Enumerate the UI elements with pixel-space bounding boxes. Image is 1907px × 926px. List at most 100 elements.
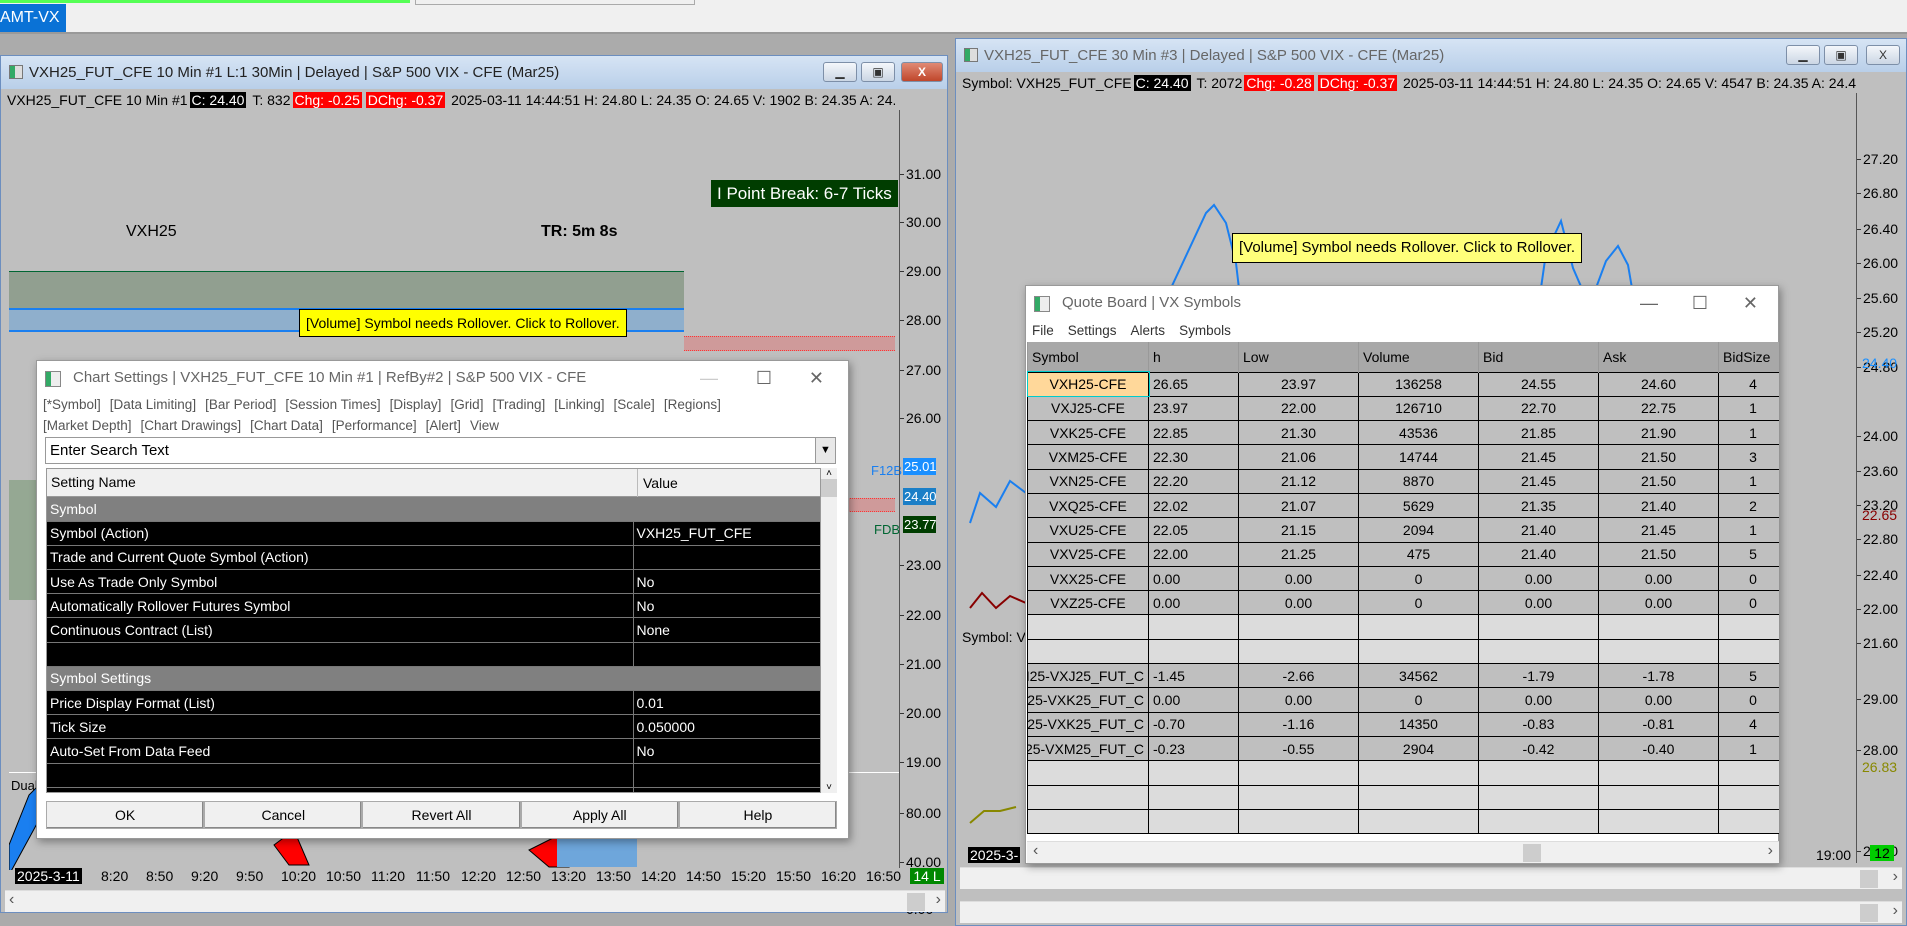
column-header[interactable]: Ask <box>1598 342 1719 372</box>
scroll-thumb[interactable] <box>821 479 837 497</box>
column-header-setting[interactable]: Setting Name <box>51 474 136 490</box>
quote-row[interactable] <box>1027 784 1779 810</box>
maximize-button[interactable]: ☐ <box>1692 286 1708 320</box>
close-button[interactable]: ✕ <box>1743 286 1758 320</box>
menu-settings[interactable]: Settings <box>1068 323 1117 338</box>
settings-group-row[interactable]: Symbol <box>47 497 820 522</box>
chartbook-tab[interactable]: AMT-VX <box>0 4 66 32</box>
quote-row[interactable]: H25-VXK25_FUT_C 0.00 0.00 0 0.00 0.00 0 <box>1027 687 1779 713</box>
ok-button[interactable]: OK <box>46 801 205 829</box>
search-input[interactable]: Enter Search Text ▼ <box>45 437 836 464</box>
settings-tab[interactable]: [Bar Period] <box>205 397 276 412</box>
menu-alerts[interactable]: Alerts <box>1131 323 1166 338</box>
setting-value[interactable] <box>632 763 820 788</box>
cancel-button[interactable]: Cancel <box>204 801 363 829</box>
settings-tab[interactable]: [Trading] <box>492 397 545 412</box>
settings-row[interactable]: Price Display Format (List) 0.01 <box>47 690 820 716</box>
rollover-alert[interactable]: [Volume] Symbol needs Rollover. Click to… <box>1232 233 1582 263</box>
settings-tab[interactable]: [Regions] <box>664 397 721 412</box>
settings-row[interactable]: Trade and Current Quote Symbol (Action) <box>47 545 820 571</box>
settings-row[interactable]: Auto-Set From Data Feed No <box>47 738 820 764</box>
scroll-up-icon[interactable]: ˄ <box>821 468 837 479</box>
horizontal-scrollbar-2[interactable]: › <box>960 901 1902 923</box>
scroll-left-icon[interactable]: ‹ <box>9 891 14 909</box>
minimize-button[interactable]: — <box>700 361 718 395</box>
help-button[interactable]: Help <box>678 801 838 829</box>
restore-button[interactable]: ▣ <box>861 62 895 82</box>
vertical-scrollbar[interactable]: ˄ ˅ <box>821 468 837 793</box>
quote-row[interactable]: VXN25-CFE 22.20 21.12 8870 21.45 21.50 1 <box>1027 468 1779 494</box>
time-axis[interactable]: 2025-3-11 8:20 8:50 9:20 9:50 10:20 10:50 11:2… <box>9 868 949 890</box>
settings-tab[interactable]: [Alert] <box>426 418 461 433</box>
scroll-right-icon[interactable]: › <box>1893 902 1898 920</box>
close-button[interactable]: ✕ <box>809 361 824 395</box>
scroll-thumb[interactable] <box>907 893 925 911</box>
revert-all-button[interactable]: Revert All <box>362 801 521 829</box>
column-header[interactable]: Volume <box>1358 342 1479 372</box>
column-header[interactable]: Symbol <box>1027 342 1149 372</box>
settings-row[interactable]: Real-Time Price Multiplier (List)1 <box>47 787 820 792</box>
column-header[interactable]: h <box>1148 342 1239 372</box>
settings-row[interactable]: Continuous Contract (List) None <box>47 617 820 643</box>
settings-row[interactable]: Automatically Rollover Futures Symbol No <box>47 593 820 619</box>
quote-row[interactable]: VXV25-CFE 22.00 21.25 475 21.40 21.50 5 <box>1027 541 1779 567</box>
setting-value[interactable]: 0.01 <box>632 690 820 716</box>
scroll-left-icon[interactable]: ‹ <box>1033 842 1038 860</box>
quote-board-titlebar[interactable]: Quote Board | VX Symbols — ☐ ✕ <box>1026 286 1778 320</box>
quote-row[interactable]: VXQ25-CFE 22.02 21.07 5629 21.35 21.40 2 <box>1027 492 1779 519</box>
scroll-right-icon[interactable]: › <box>1768 842 1773 860</box>
settings-row[interactable]: Tick Size 0.050000 <box>47 714 820 740</box>
maximize-button[interactable]: ☐ <box>756 361 772 395</box>
horizontal-scrollbar[interactable]: ‹ › <box>1027 841 1779 863</box>
column-header[interactable]: Low <box>1238 342 1359 372</box>
scroll-right-icon[interactable]: › <box>1893 868 1898 886</box>
setting-value[interactable] <box>632 545 820 571</box>
settings-tab[interactable]: [*Symbol] <box>43 397 101 412</box>
settings-tab[interactable]: [Chart Data] <box>250 418 323 433</box>
setting-value[interactable]: VXH25_FUT_CFE <box>632 521 820 546</box>
scroll-thumb[interactable] <box>1860 870 1878 888</box>
minimize-button[interactable]: ▁ <box>1786 45 1820 65</box>
quote-row[interactable]: VXK25-CFE 22.85 21.30 43536 21.85 21.90 1 <box>1027 420 1779 446</box>
restore-button[interactable]: ▣ <box>1824 45 1858 65</box>
quote-row[interactable]: VXZ25-CFE 0.00 0.00 0 0.00 0.00 0 <box>1027 590 1779 616</box>
settings-tab[interactable]: [Session Times] <box>285 397 380 412</box>
price-axis[interactable]: 27.20 26.80 26.40 26.00 25.60 25.20 24.80 24.00… <box>1856 93 1907 863</box>
close-button[interactable]: X <box>1866 45 1900 65</box>
setting-value[interactable]: 1 <box>632 787 820 792</box>
quote-row[interactable] <box>1027 808 1779 835</box>
quote-row[interactable]: VXU25-CFE 22.05 21.15 2094 21.40 21.45 1 <box>1027 517 1779 543</box>
settings-group-row[interactable]: Symbol Settings <box>47 666 820 692</box>
scroll-thumb[interactable] <box>1523 844 1541 862</box>
quote-row[interactable] <box>1027 760 1779 786</box>
minimize-button[interactable]: ▁ <box>823 62 857 82</box>
settings-row[interactable] <box>47 763 820 788</box>
setting-value[interactable]: None <box>632 617 820 643</box>
horizontal-scrollbar[interactable]: › <box>960 867 1902 889</box>
close-button[interactable]: X <box>901 62 943 82</box>
scroll-right-icon[interactable]: › <box>936 891 941 909</box>
left-chart-titlebar[interactable]: VXH25_FUT_CFE 10 Min #1 L:1 30Min | Dela… <box>1 56 947 89</box>
dialog-titlebar[interactable]: Chart Settings | VXH25_FUT_CFE 10 Min #1… <box>37 361 848 395</box>
column-header[interactable]: BidSize <box>1718 342 1779 372</box>
setting-value[interactable]: No <box>632 593 820 619</box>
settings-row[interactable]: Use As Trade Only Symbol No <box>47 569 820 595</box>
quote-row[interactable] <box>1027 614 1779 640</box>
settings-tab[interactable]: [Chart Drawings] <box>141 418 242 433</box>
quote-row[interactable]: VXJ25-CFE 23.97 22.00 126710 22.70 22.75 1 <box>1027 395 1779 422</box>
settings-tab[interactable]: [Scale] <box>614 397 655 412</box>
apply-all-button[interactable]: Apply All <box>520 801 679 829</box>
setting-value[interactable]: No <box>632 738 820 764</box>
settings-tab[interactable]: [Data Limiting] <box>110 397 196 412</box>
dropdown-arrow-icon[interactable]: ▼ <box>815 438 835 463</box>
column-header[interactable]: Bid <box>1478 342 1599 372</box>
settings-tab[interactable]: [Grid] <box>450 397 483 412</box>
setting-value[interactable]: No <box>632 569 820 595</box>
quote-row[interactable] <box>1027 638 1779 665</box>
settings-row[interactable]: Symbol (Action) VXH25_FUT_CFE <box>47 521 820 546</box>
minimize-button[interactable]: — <box>1640 286 1658 320</box>
menu-file[interactable]: File <box>1032 323 1054 338</box>
quote-row[interactable]: H25-VXJ25_FUT_C -1.45 -2.66 34562 -1.79 -1.78… <box>1027 663 1779 689</box>
menu-symbols[interactable]: Symbols <box>1179 323 1231 338</box>
scroll-down-icon[interactable]: ˅ <box>821 782 837 793</box>
